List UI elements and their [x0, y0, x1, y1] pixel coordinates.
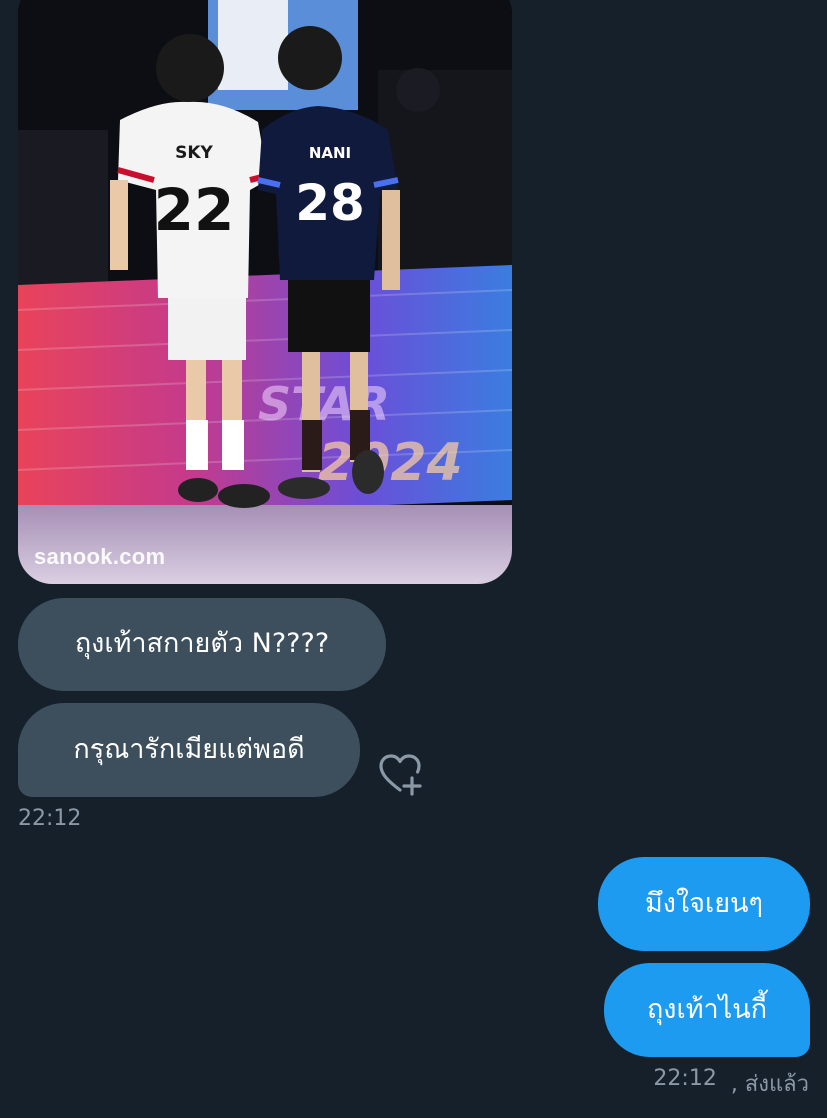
message-text: ถุงเท้าสกายตัว N????	[74, 628, 330, 660]
photo-scene: STAR 2024 SKY 22 NANI 28	[18, 0, 512, 584]
svg-text:2024: 2024	[318, 433, 463, 493]
received-timestamp: 22:12	[18, 806, 82, 831]
heart-plus-icon[interactable]	[376, 752, 424, 796]
message-text: ถุงเท้าไนกี้	[646, 993, 768, 1025]
svg-text:STAR: STAR	[258, 377, 390, 431]
sent-message[interactable]: มึงใจเยนๆ	[598, 857, 810, 951]
svg-text:28: 28	[295, 174, 365, 232]
photo-watermark: sanook.com	[34, 544, 166, 569]
message-text: กรุณารักเมียแต่พอดี	[73, 733, 305, 765]
svg-text:22: 22	[154, 176, 235, 244]
svg-text:NANI: NANI	[309, 144, 351, 162]
svg-text:SKY: SKY	[175, 143, 213, 163]
sent-message[interactable]: ถุงเท้าไนกี้	[604, 963, 810, 1057]
sent-meta: 22:12 , ส่งแล้ว	[653, 1066, 809, 1101]
sent-status: , ส่งแล้ว	[730, 1072, 809, 1097]
received-message[interactable]: ถุงเท้าสกายตัว N????	[18, 598, 386, 691]
message-text: มึงใจเยนๆ	[645, 887, 763, 919]
received-photo[interactable]: STAR 2024 SKY 22 NANI 28 sanook.com	[18, 0, 512, 584]
received-message[interactable]: กรุณารักเมียแต่พอดี	[18, 703, 360, 797]
sent-timestamp: 22:12	[653, 1066, 717, 1091]
